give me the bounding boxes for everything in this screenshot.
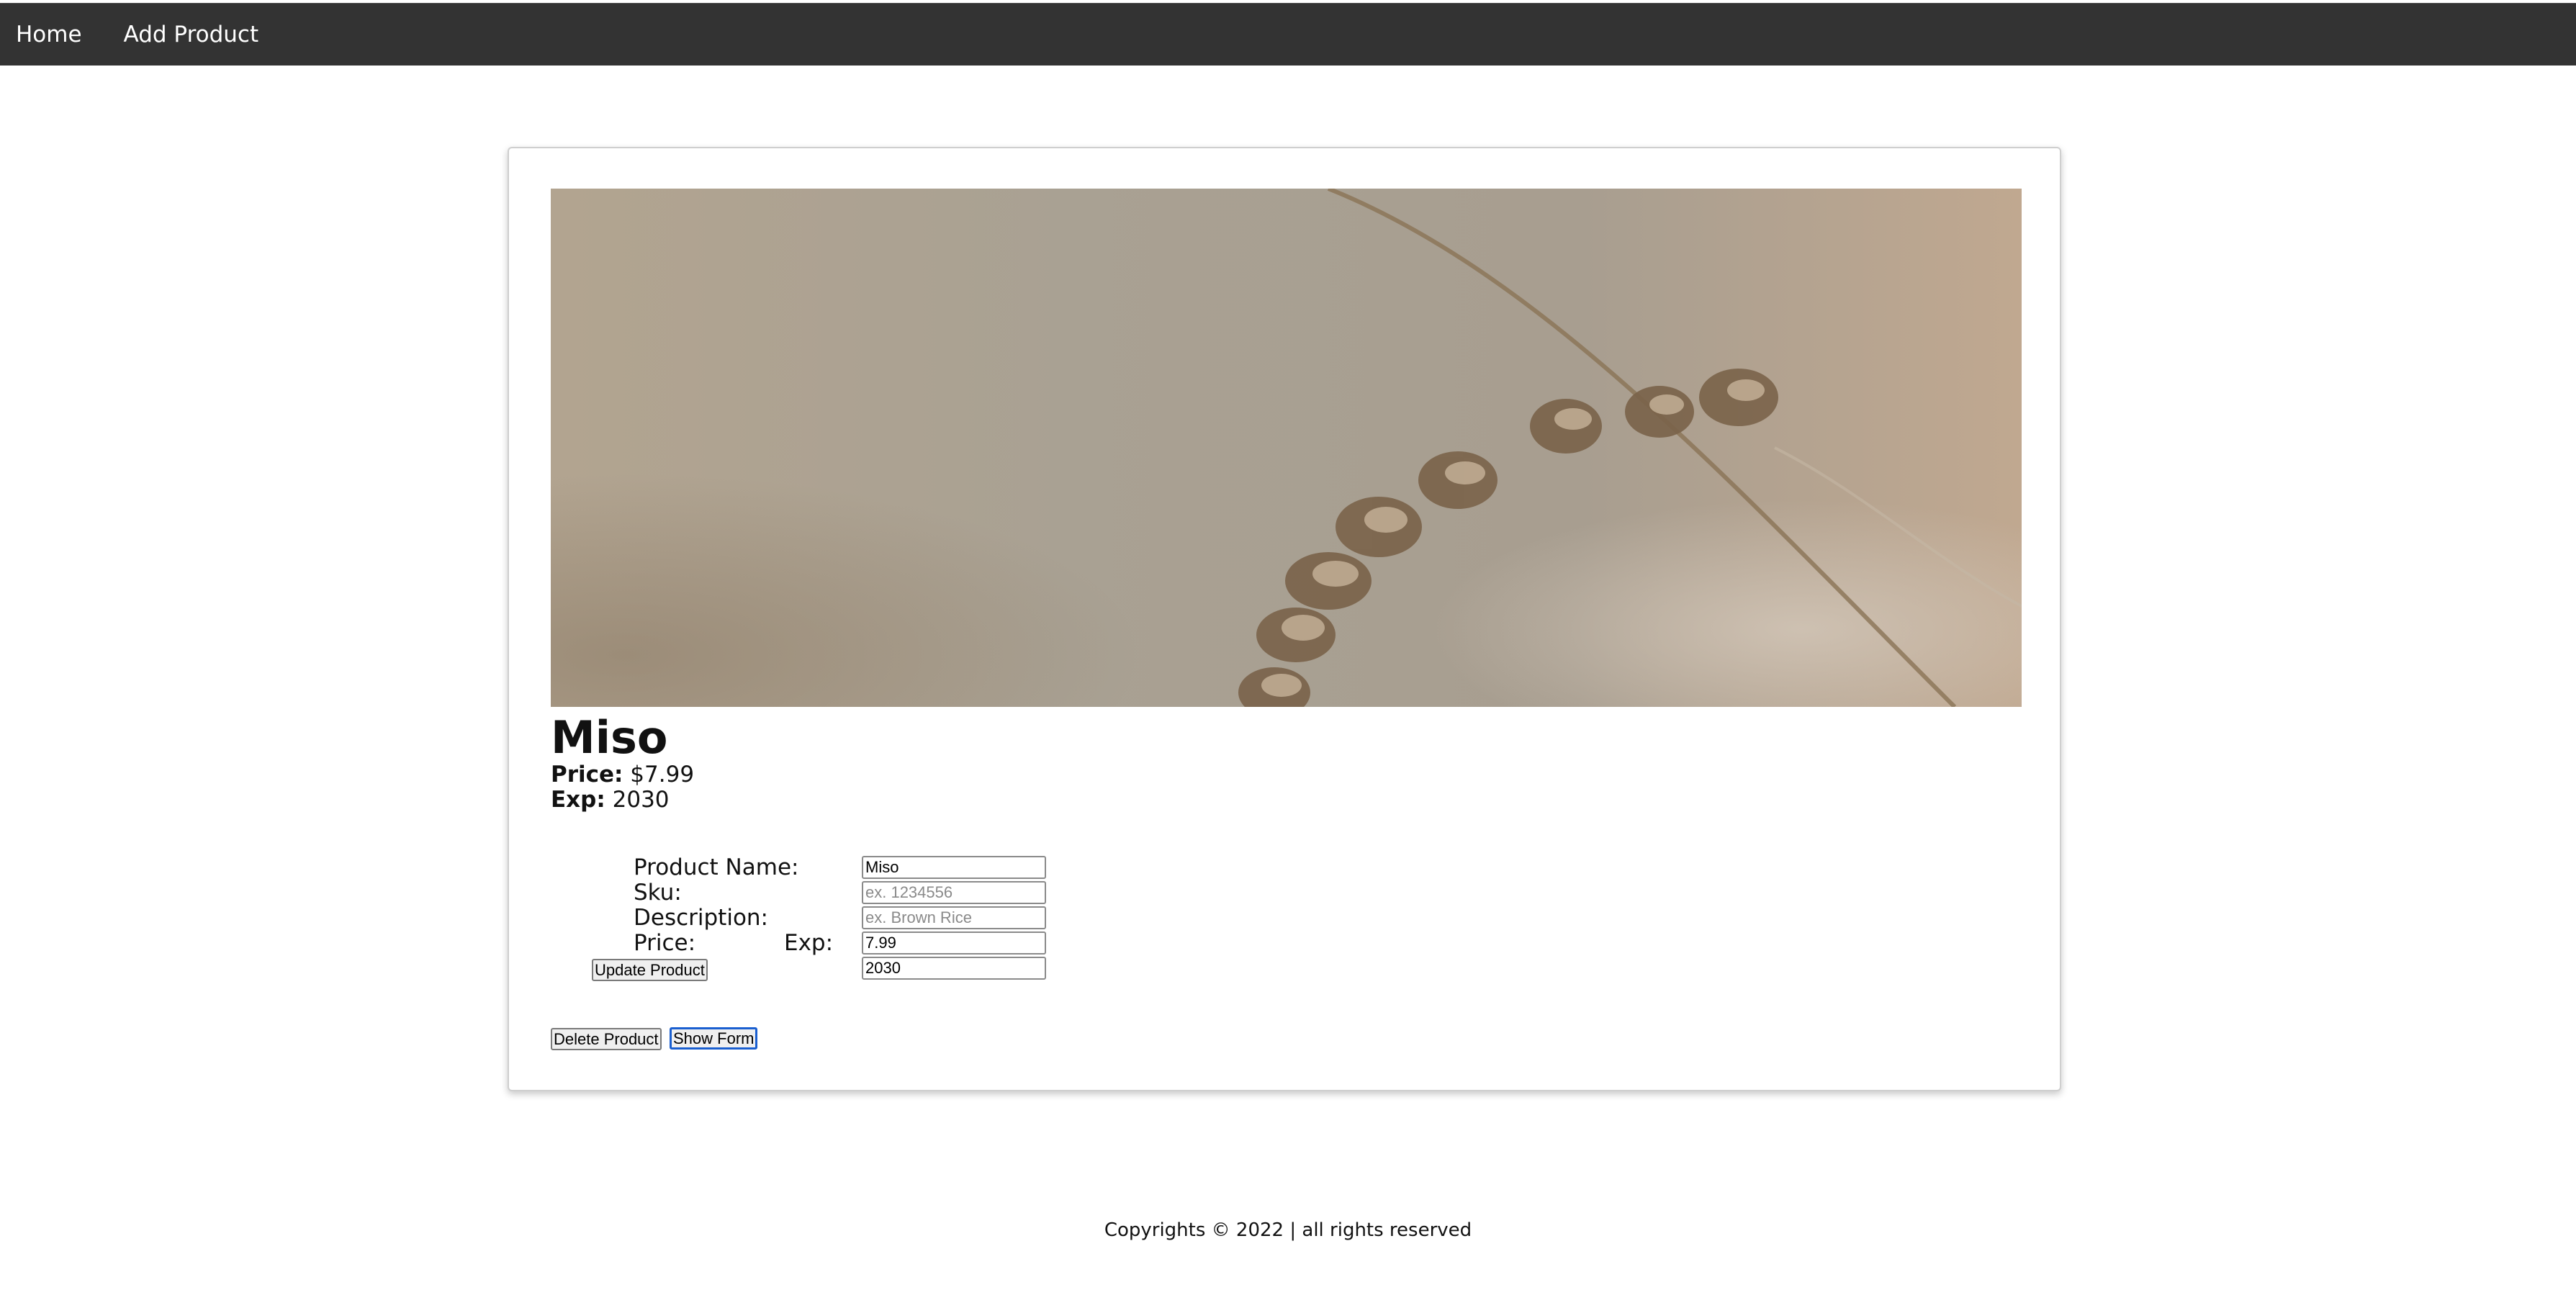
sku-input[interactable]: [862, 881, 1046, 904]
product-card: Miso Price: $7.99 Exp: 2030 Product Name…: [508, 147, 2061, 1091]
nav-add-product-link[interactable]: Add Product: [124, 22, 259, 48]
product-price-line: Price: $7.99: [551, 762, 694, 788]
top-navbar: Home Add Product: [0, 3, 2576, 66]
sku-label: Sku:: [634, 880, 682, 906]
wheat-photo-image: [551, 189, 2022, 707]
product-exp-line: Exp: 2030: [551, 787, 670, 813]
exp-input[interactable]: [862, 957, 1046, 980]
exp-value: 2030: [612, 787, 670, 813]
price-label: Price:: [551, 762, 623, 788]
product-name-input[interactable]: [862, 856, 1046, 879]
product-name-label: Product Name:: [634, 854, 799, 880]
price-value: $7.99: [630, 762, 695, 788]
form-price-label: Price:: [634, 930, 696, 956]
copyright-text: Copyrights © 2022 | all rights reserved: [1104, 1219, 1472, 1241]
product-title: Miso: [551, 711, 668, 764]
exp-label: Exp:: [551, 787, 605, 813]
page-footer: Copyrights © 2022 | all rights reserved: [0, 1219, 2576, 1241]
description-label: Description:: [634, 905, 768, 931]
product-image: [551, 189, 2022, 707]
form-exp-label: Exp:: [784, 930, 834, 956]
delete-product-button[interactable]: Delete Product: [551, 1028, 662, 1050]
description-input[interactable]: [862, 906, 1046, 929]
price-input[interactable]: [862, 931, 1046, 955]
show-form-button[interactable]: Show Form: [670, 1027, 758, 1050]
update-product-button[interactable]: Update Product: [592, 959, 708, 981]
nav-home-link[interactable]: Home: [16, 22, 82, 48]
